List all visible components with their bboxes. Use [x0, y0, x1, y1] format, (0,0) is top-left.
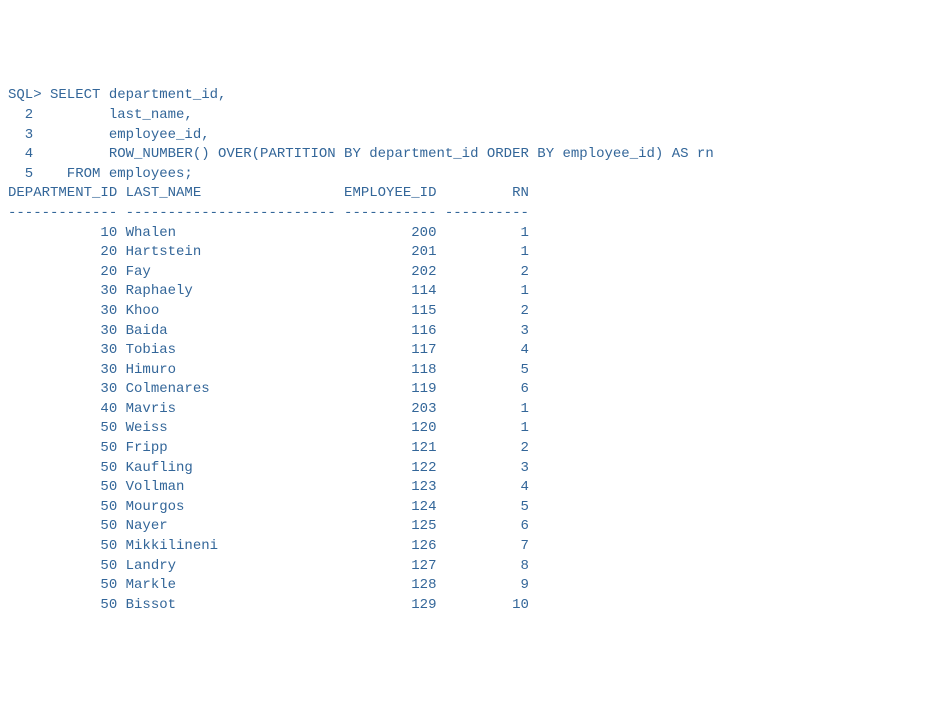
table-separator: ------------- ------------------------- …: [8, 204, 925, 224]
sql-continuation-line: 5 FROM employees;: [8, 165, 925, 185]
table-row: 50 Nayer 125 6: [8, 517, 925, 537]
table-row: 30 Colmenares 119 6: [8, 380, 925, 400]
table-row: 30 Baida 116 3: [8, 322, 925, 342]
table-row: 50 Mourgos 124 5: [8, 498, 925, 518]
table-row: 40 Mavris 203 1: [8, 400, 925, 420]
table-row: 50 Weiss 120 1: [8, 419, 925, 439]
table-row: 50 Kaufling 122 3: [8, 459, 925, 479]
table-row: 50 Markle 128 9: [8, 576, 925, 596]
sql-terminal-output: SQL> SELECT department_id, 2 last_name, …: [8, 86, 925, 615]
sql-continuation-line: 2 last_name,: [8, 106, 925, 126]
table-header: DEPARTMENT_ID LAST_NAME EMPLOYEE_ID RN: [8, 184, 925, 204]
table-row: 30 Raphaely 114 1: [8, 282, 925, 302]
table-row: 30 Khoo 115 2: [8, 302, 925, 322]
sql-continuation-line: 4 ROW_NUMBER() OVER(PARTITION BY departm…: [8, 145, 925, 165]
table-row: 50 Bissot 129 10: [8, 596, 925, 616]
table-row: 30 Himuro 118 5: [8, 361, 925, 381]
table-row: 20 Fay 202 2: [8, 263, 925, 283]
table-row: 50 Mikkilineni 126 7: [8, 537, 925, 557]
table-row: 50 Vollman 123 4: [8, 478, 925, 498]
sql-continuation-line: 3 employee_id,: [8, 126, 925, 146]
sql-prompt-line: SQL> SELECT department_id,: [8, 86, 925, 106]
table-row: 50 Fripp 121 2: [8, 439, 925, 459]
table-row: 10 Whalen 200 1: [8, 224, 925, 244]
table-row: 30 Tobias 117 4: [8, 341, 925, 361]
table-row: 20 Hartstein 201 1: [8, 243, 925, 263]
table-row: 50 Landry 127 8: [8, 557, 925, 577]
